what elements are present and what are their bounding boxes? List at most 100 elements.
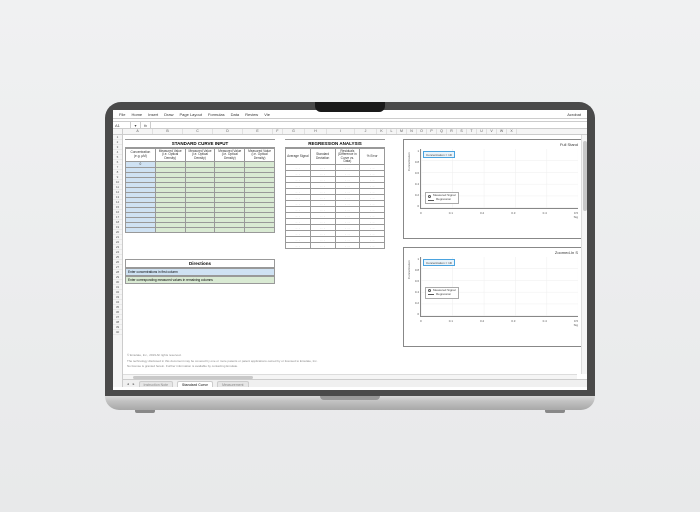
ribbon-tab-acrobat[interactable]: Acrobat — [567, 112, 581, 117]
sc-cell[interactable] — [245, 227, 275, 232]
fx-label[interactable]: fx — [141, 122, 151, 128]
tick-label: 0.8 — [411, 160, 419, 164]
chart-zoomed-in[interactable]: Zoomed-In S Concentration 00.20.40.60.81… — [403, 247, 583, 347]
chart1-xlabel: Sig — [406, 215, 578, 219]
chart2-legend: Measured Signal Regression — [425, 287, 459, 299]
sheet-nav-prev-icon[interactable]: ◂ — [127, 382, 129, 386]
col-header-B[interactable]: B — [153, 129, 183, 134]
col-header-Q[interactable]: Q — [437, 129, 447, 134]
tick-label: 0.2 — [411, 193, 419, 197]
ribbon-tab-draw[interactable]: Draw — [164, 112, 173, 117]
sc-cell[interactable] — [126, 227, 156, 232]
tick-label: 0.2 — [480, 211, 484, 215]
col-header-E[interactable]: E — [243, 129, 273, 134]
ribbon-tab-page-layout[interactable]: Page Layout — [179, 112, 201, 117]
laptop-base — [105, 396, 595, 410]
directions-row-1: Enter concentrations in first column — [125, 268, 275, 276]
tick-label: 1 — [411, 149, 419, 153]
chart2-annotation: Concentration = 1D — [423, 259, 455, 266]
col-header-J[interactable]: J — [355, 129, 377, 134]
ribbon-tab-view[interactable]: Vie — [264, 112, 270, 117]
regression-table[interactable]: Average Signal Standard Deviation Residu… — [285, 148, 385, 249]
col-header-O[interactable]: O — [417, 129, 427, 134]
sheet-body[interactable]: STANDARD CURVE INPUT Concentration (e.g.… — [123, 135, 587, 387]
reg-cell[interactable]: - . - — [286, 243, 311, 249]
col-header-N[interactable]: N — [407, 129, 417, 134]
tick-label: 0.1 — [449, 319, 453, 323]
tick-label: 0.3 — [511, 211, 515, 215]
sc-header-m3: Measured Value (i.e. Optical Density) — [215, 149, 245, 162]
table-row[interactable]: - . -- . -- . -- . - — [286, 243, 385, 249]
col-header-P[interactable]: P — [427, 129, 437, 134]
laptop-mockup: File Home Insert Draw Page Layout Formul… — [105, 102, 595, 410]
laptop-feet — [105, 410, 595, 413]
reg-header-resid: Residuals (Difference in Curve vs. Data) — [335, 149, 360, 165]
col-header-X[interactable]: X — [507, 129, 517, 134]
chart2-plot: Concentration 00.20.40.60.81 Concentrati… — [420, 257, 578, 317]
col-header-S[interactable]: S — [457, 129, 467, 134]
directions-title: Directions — [125, 259, 275, 268]
col-header-L[interactable]: L — [387, 129, 397, 134]
col-header-H[interactable]: H — [305, 129, 327, 134]
sheet-nav-next-icon[interactable]: ▸ — [133, 382, 135, 386]
ribbon-tab-formulas[interactable]: Formulas — [208, 112, 225, 117]
chart2-legend-2: Regression — [436, 293, 451, 297]
chart2-xlabel: Sig — [406, 323, 578, 327]
sc-cell[interactable] — [215, 227, 245, 232]
excel-window: File Home Insert Draw Page Layout Formul… — [113, 110, 587, 390]
ribbon-tab-file[interactable]: File — [119, 112, 125, 117]
reg-cell[interactable]: - . - — [360, 243, 385, 249]
sc-header-m1: Measured Value (i.e. Optical Density) — [155, 149, 185, 162]
chart-full-standard[interactable]: Full Stand Concentration 00.20.40.60.81 … — [403, 139, 583, 239]
sc-cell[interactable] — [155, 227, 185, 232]
sc-cell[interactable] — [185, 227, 215, 232]
grid-area: 1234567891011121314151617181920212223242… — [113, 135, 587, 387]
vertical-scrollbar[interactable] — [581, 135, 587, 374]
ribbon-tab-insert[interactable]: Insert — [148, 112, 158, 117]
sc-header-m4: Measured Value (i.e. Optical Density) — [245, 149, 275, 162]
col-header-C[interactable]: C — [183, 129, 213, 134]
sheet-tab-standard-curve[interactable]: Standard Curve — [177, 381, 213, 387]
col-header-V[interactable]: V — [487, 129, 497, 134]
col-header-I[interactable]: I — [327, 129, 355, 134]
table-row[interactable] — [126, 227, 275, 232]
col-header-U[interactable]: U — [477, 129, 487, 134]
name-box-dropdown-icon[interactable]: ▾ — [131, 122, 141, 128]
tick-label: 0.4 — [411, 182, 419, 186]
chart2-title: Zoomed-In S — [406, 250, 580, 255]
standard-curve-table[interactable]: Concentration (e.g. µM) Measured Value (… — [125, 148, 275, 233]
reg-header-sd: Standard Deviation — [310, 149, 335, 165]
dot-icon — [428, 195, 431, 198]
col-header-A[interactable]: A — [123, 129, 153, 134]
notch — [315, 102, 385, 112]
select-all-corner[interactable] — [113, 129, 123, 134]
tick-label: 0.1 — [449, 211, 453, 215]
row-header-40[interactable]: 40 — [113, 330, 122, 335]
vertical-scrollbar-thumb[interactable] — [583, 141, 587, 211]
regression-title: REGRESSION ANALYSIS — [285, 139, 385, 148]
reg-cell[interactable]: - . - — [335, 243, 360, 249]
tick-label: 0 — [411, 204, 419, 208]
tick-label: 0 — [420, 211, 422, 215]
col-header-T[interactable]: T — [467, 129, 477, 134]
sheet-tab-measurement[interactable]: Measurement — [217, 381, 248, 387]
col-header-F[interactable]: F — [273, 129, 283, 134]
col-header-M[interactable]: M — [397, 129, 407, 134]
chart1-legend: Measured Signal Regression — [425, 192, 459, 204]
name-box[interactable]: A1 — [113, 122, 131, 128]
col-header-R[interactable]: R — [447, 129, 457, 134]
sheet-tab-instruction[interactable]: Instruction Note — [139, 381, 174, 387]
ribbon-tab-home[interactable]: Home — [131, 112, 142, 117]
col-header-G[interactable]: G — [283, 129, 305, 134]
sc-header-m2: Measured Value (i.e. Optical Density) — [185, 149, 215, 162]
col-header-K[interactable]: K — [377, 129, 387, 134]
ribbon-tab-review[interactable]: Review — [245, 112, 258, 117]
ribbon-tab-data[interactable]: Data — [231, 112, 239, 117]
chart1-legend-2: Regression — [436, 198, 451, 202]
col-header-W[interactable]: W — [497, 129, 507, 134]
col-header-D[interactable]: D — [213, 129, 243, 134]
reg-cell[interactable]: - . - — [310, 243, 335, 249]
screen-bezel: File Home Insert Draw Page Layout Formul… — [105, 102, 595, 396]
tick-label: 0.4 — [543, 319, 547, 323]
chart1-annotation: Concentration = 1D — [423, 151, 455, 158]
